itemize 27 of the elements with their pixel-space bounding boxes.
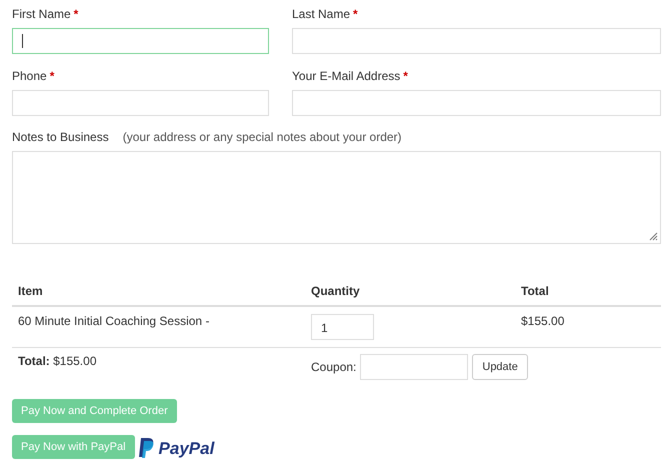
- required-mark: *: [403, 69, 408, 83]
- field-label: Notes to Business: [12, 129, 109, 145]
- coupon-field[interactable]: [360, 354, 468, 380]
- field-label: Your E-Mail Address: [292, 69, 400, 83]
- item-total: $155.00: [521, 314, 564, 328]
- column-header: Total: [521, 284, 549, 298]
- column-header: Item: [18, 284, 43, 298]
- field-label: Phone: [12, 69, 47, 83]
- input-field[interactable]: [12, 28, 269, 54]
- input-field[interactable]: [12, 90, 269, 116]
- paypal-p-icon: [138, 437, 156, 459]
- quantity-field[interactable]: 1: [311, 314, 374, 340]
- required-mark: *: [353, 7, 358, 21]
- update-button[interactable]: Update: [472, 354, 528, 380]
- coupon-label: Coupon:: [311, 360, 356, 374]
- field-label: First Name: [12, 7, 71, 21]
- input-field[interactable]: [292, 90, 661, 116]
- field-label: Last Name: [292, 7, 350, 21]
- column-header: Quantity: [311, 284, 360, 298]
- resize-handle-icon[interactable]: [649, 232, 658, 241]
- field-hint: (your address or any special notes about your order): [122, 129, 402, 145]
- paypal-logo: PayPal: [158, 439, 214, 459]
- item-name: 60 Minute Initial Coaching Session -: [18, 314, 210, 328]
- order-total: Total: $155.00: [18, 354, 96, 368]
- required-mark: *: [50, 69, 54, 83]
- required-mark: *: [74, 7, 78, 21]
- input-field[interactable]: [292, 28, 661, 54]
